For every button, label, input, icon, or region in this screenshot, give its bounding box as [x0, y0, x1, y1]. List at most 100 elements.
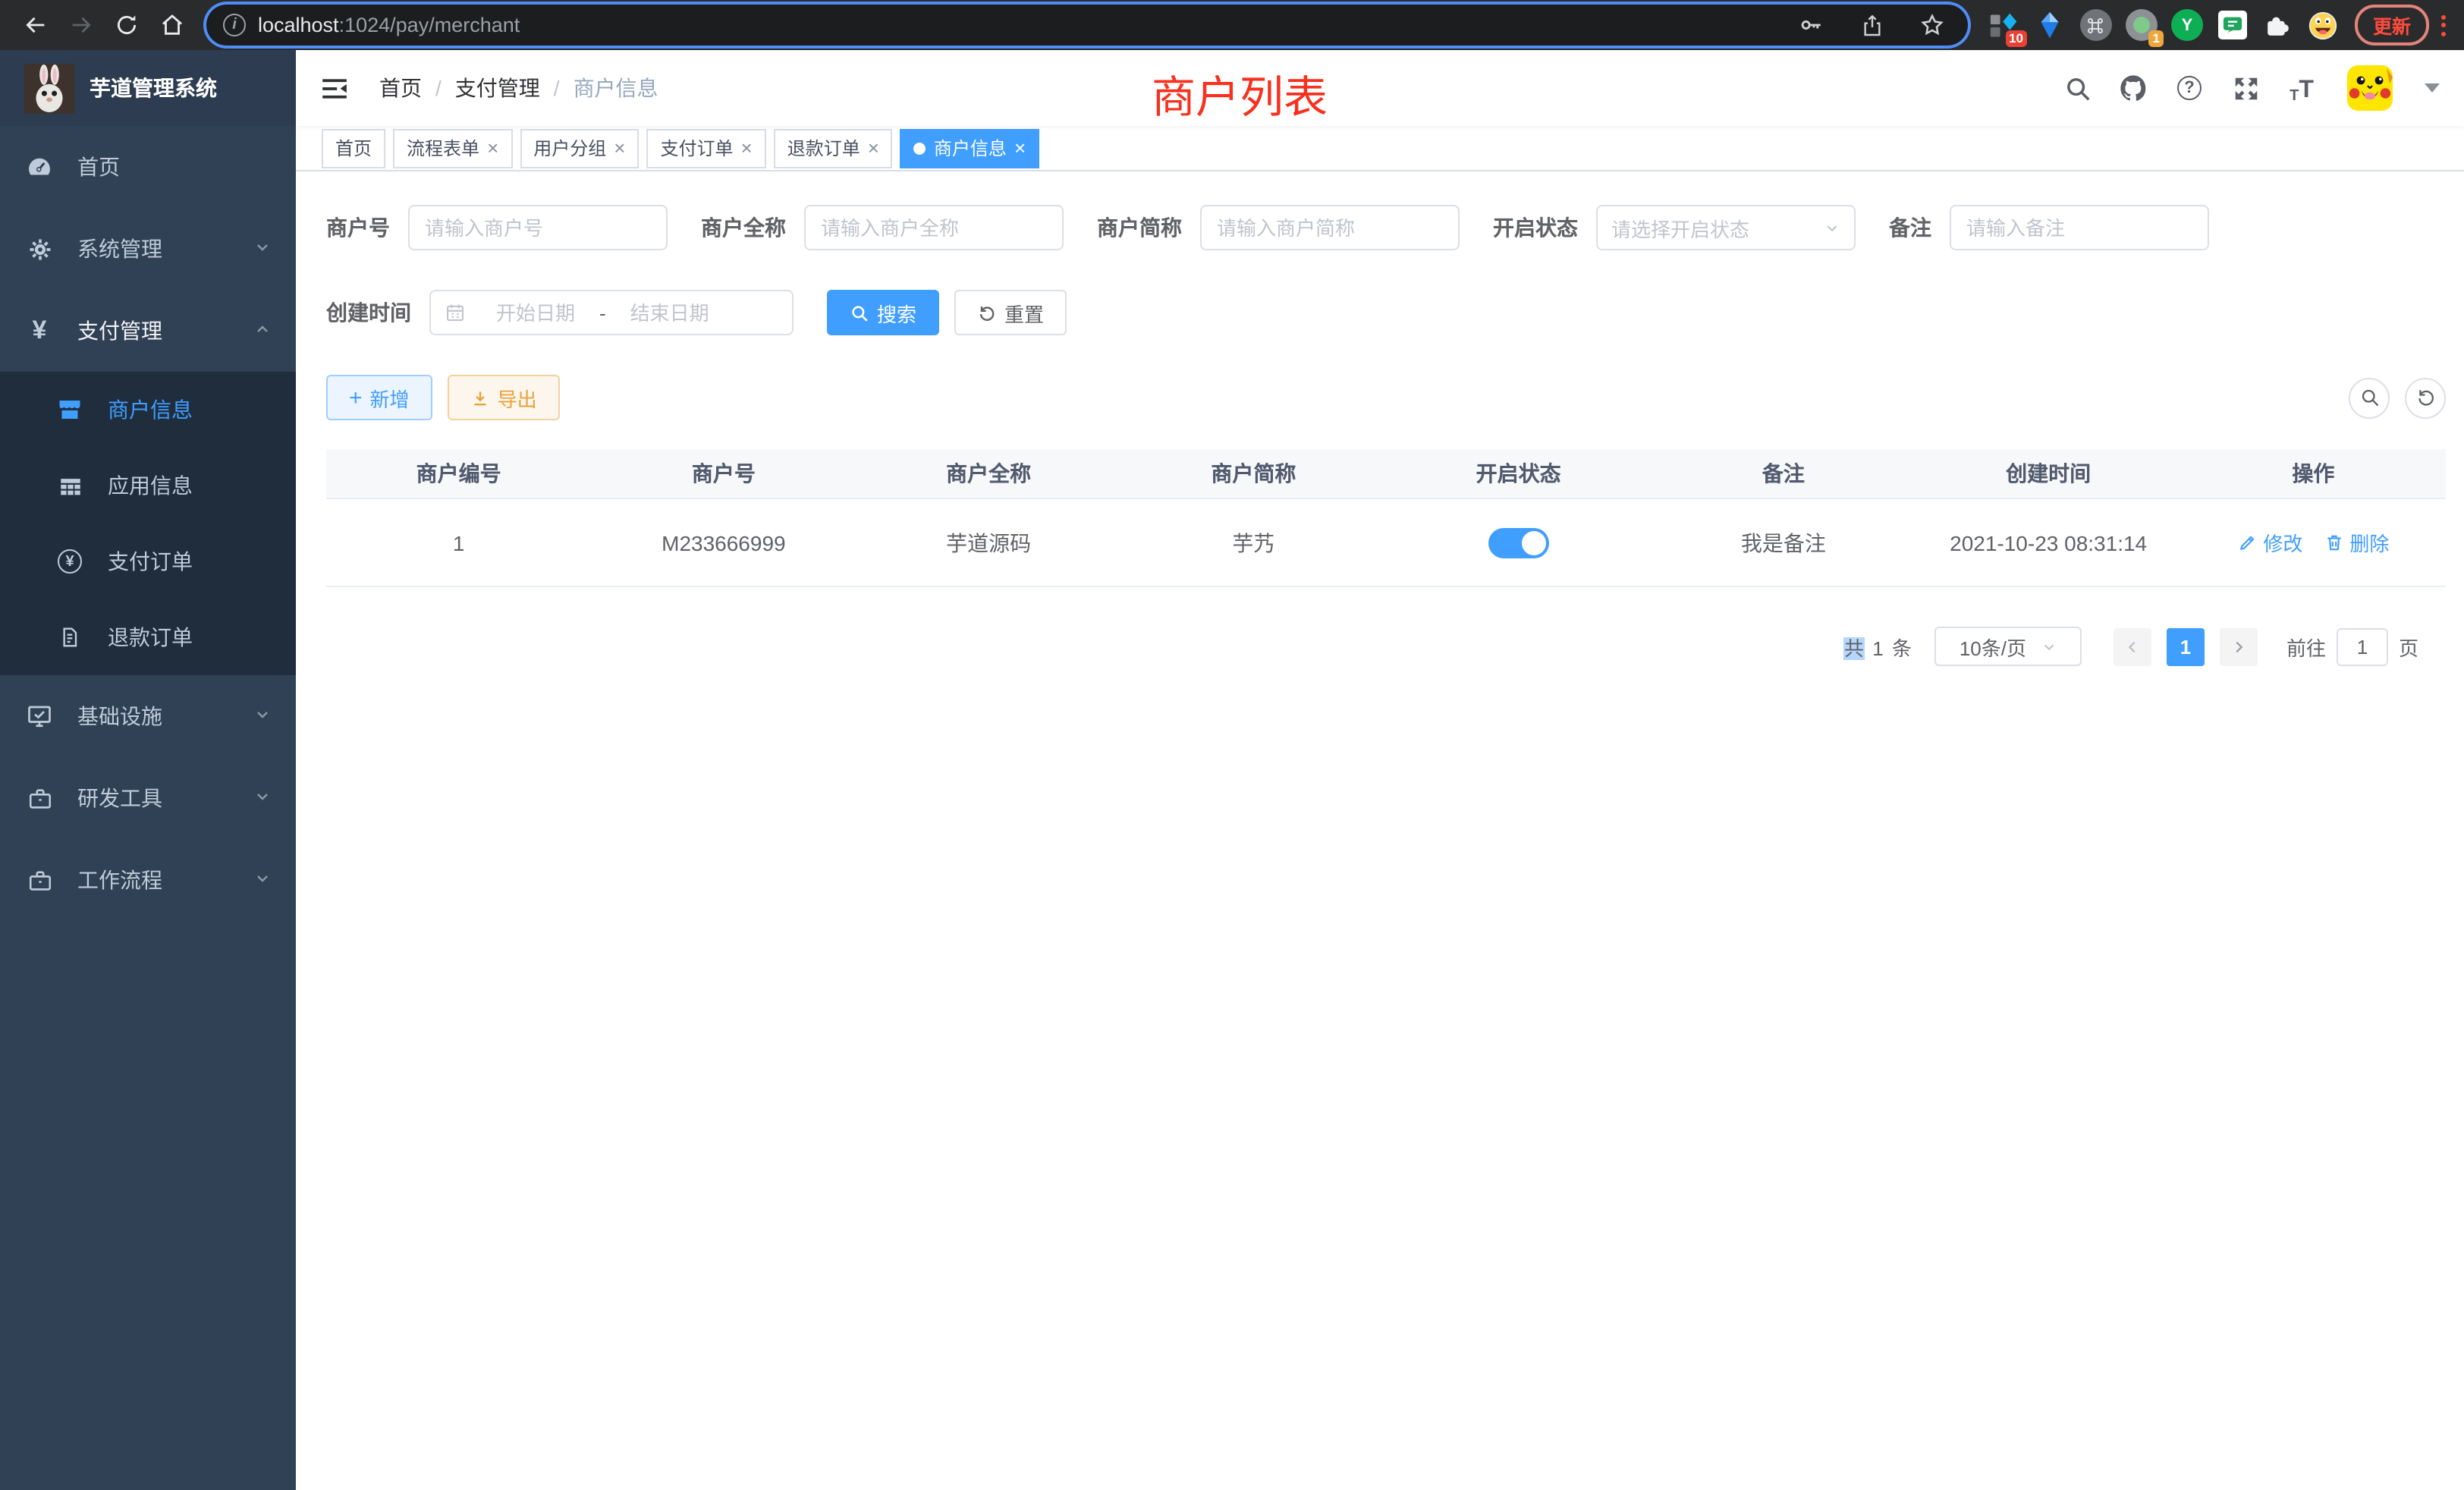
search-icon — [850, 303, 869, 322]
page-size-select[interactable]: 10条/页 — [1934, 627, 2082, 666]
back-button[interactable] — [12, 4, 58, 46]
fullscreen-icon[interactable] — [2229, 71, 2262, 105]
sidebar-collapse-button[interactable] — [320, 74, 349, 102]
tab-home[interactable]: 首页 — [322, 128, 385, 168]
end-date-input[interactable] — [609, 301, 731, 324]
status-toggle[interactable] — [1488, 527, 1549, 558]
extension-y-icon[interactable]: Y — [2171, 9, 2203, 41]
sidebar-item-refund-orders[interactable]: 退款订单 — [0, 599, 296, 675]
sidebar-item-label: 应用信息 — [108, 470, 193, 501]
toggle-search-button[interactable] — [2349, 377, 2390, 418]
browser-update-button[interactable]: 更新 — [2355, 5, 2429, 46]
bookmark-star-icon[interactable] — [1915, 7, 1951, 43]
password-key-icon[interactable] — [1793, 7, 1830, 43]
sidebar-item-payment-orders[interactable]: ¥ 支付订单 — [0, 523, 296, 599]
merchant-no-input[interactable] — [408, 205, 668, 250]
sidebar-item-system[interactable]: 系统管理 — [0, 208, 296, 290]
col-full-name: 商户全称 — [856, 458, 1121, 489]
current-page-button[interactable]: 1 — [2167, 627, 2205, 665]
sidebar-item-dev-tools[interactable]: 研发工具 — [0, 757, 296, 839]
extension-command-icon[interactable] — [2080, 9, 2112, 41]
extension-pin-icon[interactable] — [2035, 9, 2066, 41]
extension-recorder-icon[interactable]: 1 — [2126, 9, 2158, 41]
back-icon — [22, 12, 48, 38]
tab-merchant-info[interactable]: 商户信息× — [900, 128, 1039, 168]
export-button[interactable]: 导出 — [448, 375, 560, 420]
trash-icon — [2324, 533, 2343, 552]
status-select[interactable]: 请选择开启状态 — [1596, 205, 1856, 250]
extensions-puzzle-icon[interactable] — [2262, 9, 2294, 41]
help-icon[interactable]: ? — [2173, 71, 2206, 105]
reset-button[interactable]: 重置 — [954, 290, 1067, 335]
tab-process-form[interactable]: 流程表单× — [393, 128, 512, 168]
extension-chat-icon[interactable] — [2217, 9, 2249, 41]
sidebar-item-home[interactable]: 首页 — [0, 126, 296, 208]
hamburger-icon — [320, 74, 349, 102]
pagination-total: 共 1 条 — [1844, 632, 1913, 661]
create-time-range-picker[interactable]: - — [429, 290, 794, 335]
close-icon[interactable]: × — [868, 137, 879, 159]
breadcrumb-home[interactable]: 首页 — [379, 73, 422, 103]
extension-emoji-icon[interactable] — [2308, 9, 2340, 41]
url-text: localhost:1024/pay/merchant — [258, 14, 520, 36]
breadcrumb-payment[interactable]: 支付管理 — [455, 73, 540, 103]
browser-menu-icon[interactable] — [2441, 14, 2446, 36]
extension-blocks-icon[interactable]: 10 — [1989, 9, 2021, 41]
shop-icon — [55, 396, 85, 423]
plus-icon: + — [349, 385, 363, 410]
sidebar-item-payment[interactable]: ¥ 支付管理 — [0, 290, 296, 372]
sidebar-item-app-info[interactable]: 应用信息 — [0, 448, 296, 523]
navbar: 首页 / 支付管理 / 商户信息 商户列表 ? — [296, 50, 2464, 126]
font-size-icon[interactable]: TT — [2285, 71, 2318, 105]
full-name-input[interactable] — [804, 205, 1064, 250]
table-row: 1 M233666999 芋道源码 芋艿 我是备注 2021-10-23 08:… — [326, 499, 2446, 586]
add-button[interactable]: + 新增 — [326, 375, 432, 420]
close-icon[interactable]: × — [487, 137, 498, 159]
reload-button[interactable] — [103, 4, 149, 46]
delete-link[interactable]: 删除 — [2324, 528, 2389, 557]
col-remark: 备注 — [1651, 458, 1916, 489]
dashboard-icon — [24, 153, 55, 181]
extension-badge: 1 — [2149, 30, 2164, 47]
goto-page-input[interactable] — [2337, 627, 2388, 665]
cell-remark: 我是备注 — [1651, 527, 1916, 558]
next-page-button[interactable] — [2220, 627, 2258, 665]
reload-icon — [113, 12, 139, 38]
edit-link[interactable]: 修改 — [2237, 528, 2302, 557]
github-icon[interactable] — [2117, 71, 2150, 105]
filter-label-status: 开启状态 — [1493, 212, 1578, 243]
start-date-input[interactable] — [475, 301, 596, 324]
sidebar-item-merchant-info[interactable]: 商户信息 — [0, 372, 296, 448]
avatar-dropdown-caret-icon[interactable] — [2425, 83, 2440, 93]
search-button[interactable]: 搜索 — [827, 290, 939, 335]
short-name-input[interactable] — [1200, 205, 1460, 250]
home-button[interactable] — [149, 4, 194, 46]
close-icon[interactable]: × — [1014, 137, 1026, 159]
close-icon[interactable]: × — [614, 137, 625, 159]
close-icon[interactable]: × — [741, 137, 753, 159]
tab-user-group[interactable]: 用户分组× — [520, 128, 639, 168]
filter-label-merchant-no: 商户号 — [326, 212, 390, 243]
sidebar-item-label: 商户信息 — [108, 395, 193, 425]
payment-submenu: 商户信息 应用信息 ¥ 支付订单 退款订单 — [0, 372, 296, 675]
url-bar[interactable]: i localhost:1024/pay/merchant — [206, 5, 1968, 46]
forward-button[interactable] — [58, 4, 103, 46]
tab-refund-orders[interactable]: 退款订单× — [774, 128, 893, 168]
refresh-table-button[interactable] — [2405, 377, 2446, 418]
refresh-icon — [2415, 387, 2436, 408]
site-info-icon[interactable]: i — [223, 14, 246, 36]
sidebar-item-label: 工作流程 — [77, 865, 162, 895]
tab-payment-orders[interactable]: 支付订单× — [646, 128, 765, 168]
prev-page-button[interactable] — [2114, 627, 2151, 665]
sidebar-item-infrastructure[interactable]: 基础设施 — [0, 675, 296, 757]
header-search-icon[interactable] — [2060, 71, 2094, 105]
goto-label: 前往 — [2286, 632, 2326, 661]
sidebar-item-workflow[interactable]: 工作流程 — [0, 839, 296, 921]
share-icon[interactable] — [1854, 7, 1890, 43]
user-avatar[interactable] — [2347, 65, 2393, 111]
remark-input[interactable] — [1950, 205, 2209, 250]
yen-circle-icon: ¥ — [55, 549, 85, 574]
sidebar-logo[interactable]: 芋道管理系统 — [0, 50, 296, 126]
cell-full-name: 芋道源码 — [856, 527, 1121, 558]
chevron-down-icon — [253, 868, 272, 892]
